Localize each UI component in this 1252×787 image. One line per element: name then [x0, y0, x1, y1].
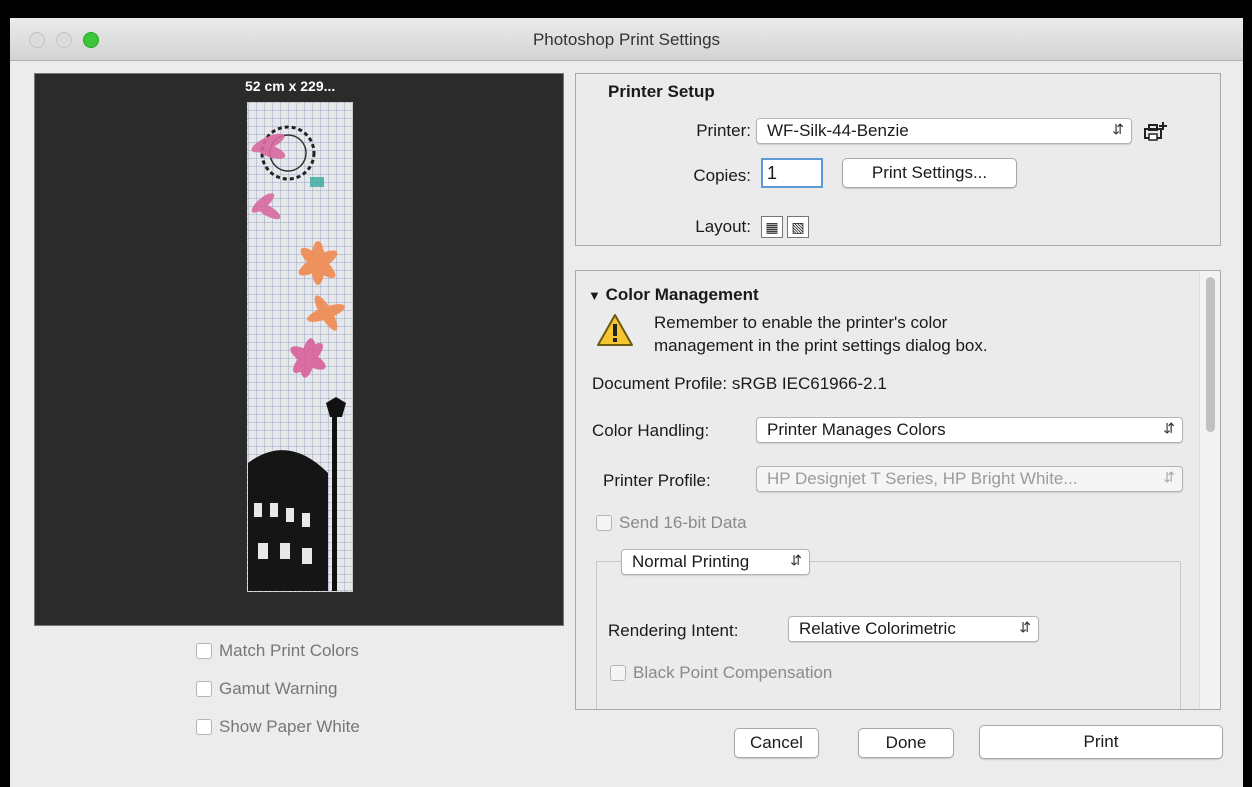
- black-point-checkbox[interactable]: [610, 665, 626, 681]
- printer-label: Printer:: [696, 121, 751, 140]
- color-management-section[interactable]: ▼ Color Management: [588, 285, 759, 305]
- rendering-intent-label: Rendering Intent:: [608, 621, 739, 640]
- popup-arrows-icon: ⇵: [1112, 121, 1124, 137]
- portrait-layout-icon[interactable]: ▦: [761, 216, 783, 238]
- copies-input[interactable]: 1: [761, 158, 823, 188]
- popup-arrows-icon: ⇵: [790, 552, 802, 568]
- rendering-intent-value: Relative Colorimetric: [799, 619, 956, 638]
- send-16bit-checkbox[interactable]: [596, 515, 612, 531]
- done-button[interactable]: Done: [858, 728, 954, 758]
- disclosure-triangle-icon[interactable]: ▼: [588, 288, 601, 303]
- printer-select-value: WF-Silk-44-Benzie: [767, 121, 909, 140]
- printer-utility-icon[interactable]: [1143, 120, 1169, 144]
- scrollbar[interactable]: [1199, 271, 1220, 709]
- landscape-layout-icon[interactable]: ▧: [787, 216, 809, 238]
- popup-arrows-icon: ⇵: [1163, 420, 1175, 436]
- send-16bit-option[interactable]: Send 16-bit Data: [596, 513, 747, 533]
- warning-icon: [596, 313, 634, 352]
- match-print-colors-option[interactable]: Match Print Colors: [196, 641, 359, 661]
- black-point-option[interactable]: Black Point Compensation: [610, 663, 832, 683]
- document-profile-text: Document Profile: sRGB IEC61966-2.1: [592, 374, 887, 393]
- print-preview-image[interactable]: [247, 102, 353, 592]
- gamut-warning-label: Gamut Warning: [219, 679, 338, 698]
- print-settings-button[interactable]: Print Settings...: [842, 158, 1017, 188]
- popup-arrows-icon: ⇵: [1163, 469, 1175, 485]
- color-handling-value: Printer Manages Colors: [767, 420, 946, 439]
- black-point-label: Black Point Compensation: [633, 663, 833, 682]
- send-16bit-label: Send 16-bit Data: [619, 513, 747, 532]
- printing-mode-select[interactable]: Normal Printing ⇵: [621, 549, 810, 575]
- warning-line-2: management in the print settings dialog …: [654, 336, 988, 355]
- cancel-button[interactable]: Cancel: [734, 728, 819, 758]
- match-print-colors-checkbox[interactable]: [196, 643, 212, 659]
- print-dimensions-label: 52 cm x 229...: [245, 78, 336, 94]
- show-paper-white-checkbox[interactable]: [196, 719, 212, 735]
- match-print-colors-label: Match Print Colors: [219, 641, 359, 660]
- printer-profile-value: HP Designjet T Series, HP Bright White..…: [767, 469, 1078, 488]
- printer-setup-panel: Printer Setup Printer: WF-Silk-44-Benzie…: [575, 73, 1221, 246]
- artwork-illustration: [248, 125, 346, 591]
- show-paper-white-option[interactable]: Show Paper White: [196, 717, 360, 737]
- printer-profile-select[interactable]: HP Designjet T Series, HP Bright White..…: [756, 466, 1183, 492]
- layout-label: Layout:: [695, 217, 751, 236]
- show-paper-white-label: Show Paper White: [219, 717, 360, 736]
- printer-select[interactable]: WF-Silk-44-Benzie ⇵: [756, 118, 1132, 144]
- window-title: Photoshop Print Settings: [532, 30, 721, 49]
- scrollbar-thumb[interactable]: [1206, 277, 1215, 432]
- title-bar: Photoshop Print Settings: [10, 18, 1243, 61]
- printer-profile-label: Printer Profile:: [603, 471, 711, 490]
- gamut-warning-checkbox[interactable]: [196, 681, 212, 697]
- printing-mode-value: Normal Printing: [632, 552, 750, 571]
- printer-setup-heading: Printer Setup: [608, 82, 715, 101]
- color-handling-label: Color Handling:: [592, 421, 710, 440]
- rendering-intent-select[interactable]: Relative Colorimetric ⇵: [788, 616, 1039, 642]
- color-management-panel: ▼ Color Management Remember to enable th…: [575, 270, 1221, 710]
- gamut-warning-option[interactable]: Gamut Warning: [196, 679, 337, 699]
- print-preview-area: 52 cm x 229...: [34, 73, 564, 626]
- warning-line-1: Remember to enable the printer's color: [654, 313, 948, 332]
- popup-arrows-icon: ⇵: [1019, 619, 1031, 635]
- print-settings-window: Photoshop Print Settings 52 cm x 229...: [10, 18, 1243, 787]
- color-management-heading: Color Management: [605, 285, 759, 304]
- color-handling-select[interactable]: Printer Manages Colors ⇵: [756, 417, 1183, 443]
- copies-label: Copies:: [693, 166, 751, 185]
- warning-message: Remember to enable the printer's color m…: [654, 311, 988, 357]
- print-button[interactable]: Print: [979, 725, 1223, 759]
